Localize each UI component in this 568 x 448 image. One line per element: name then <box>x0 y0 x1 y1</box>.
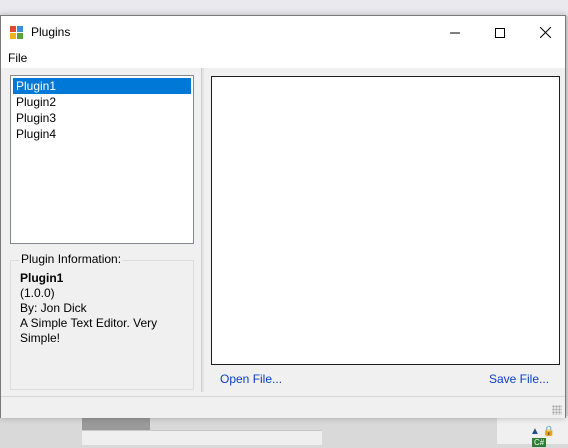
menu-file[interactable]: File <box>8 51 27 65</box>
plugin-information-content: Plugin1 (1.0.0) By: Jon Dick A Simple Te… <box>20 271 188 346</box>
plugin-listbox[interactable]: Plugin1 Plugin2 Plugin3 Plugin4 <box>10 75 194 244</box>
close-icon <box>539 26 551 39</box>
right-panel: Open File... Save File... <box>204 68 564 392</box>
open-file-link[interactable]: Open File... <box>220 372 282 386</box>
minimize-button[interactable] <box>432 16 478 48</box>
close-button[interactable] <box>522 16 568 48</box>
background-ide-panel <box>82 416 150 430</box>
maximize-icon <box>495 27 505 38</box>
plugin-information-legend: Plugin Information: <box>19 252 124 266</box>
background-ide-panel-2 <box>82 430 322 445</box>
plugin-name: Plugin1 <box>20 271 64 285</box>
resize-grip-icon[interactable] <box>552 405 562 415</box>
csharp-icon: C# <box>532 438 547 447</box>
title-bar[interactable]: Plugins <box>1 16 565 48</box>
plugins-window: Plugins File Plugin1 Plugin2 Plugin3 Plu… <box>0 15 566 418</box>
plugin-version: (1.0.0) <box>20 286 55 300</box>
window-title: Plugins <box>31 25 71 39</box>
left-panel: Plugin1 Plugin2 Plugin3 Plugin4 Plugin I… <box>5 68 201 392</box>
editor-textarea[interactable] <box>211 76 560 365</box>
save-file-link[interactable]: Save File... <box>489 372 549 386</box>
plugin-list-item[interactable]: Plugin3 <box>13 110 191 126</box>
background-tray: ▲ 🔒C# <box>530 426 556 447</box>
plugin-list-item[interactable]: Plugin2 <box>13 94 191 110</box>
menu-bar: File <box>1 48 565 68</box>
minimize-icon <box>450 32 460 34</box>
maximize-button[interactable] <box>477 16 523 48</box>
plugin-list-item[interactable]: Plugin1 <box>13 78 191 94</box>
background-ide-toolbar <box>0 0 568 16</box>
plugin-description: A Simple Text Editor. Very Simple! <box>20 316 158 345</box>
plugin-author: By: Jon Dick <box>20 301 87 315</box>
status-bar <box>1 396 565 418</box>
plugin-list-item[interactable]: Plugin4 <box>13 126 191 142</box>
plugin-information-group: Plugin Information: Plugin1 (1.0.0) By: … <box>10 252 194 390</box>
windows-form-icon <box>10 26 23 39</box>
